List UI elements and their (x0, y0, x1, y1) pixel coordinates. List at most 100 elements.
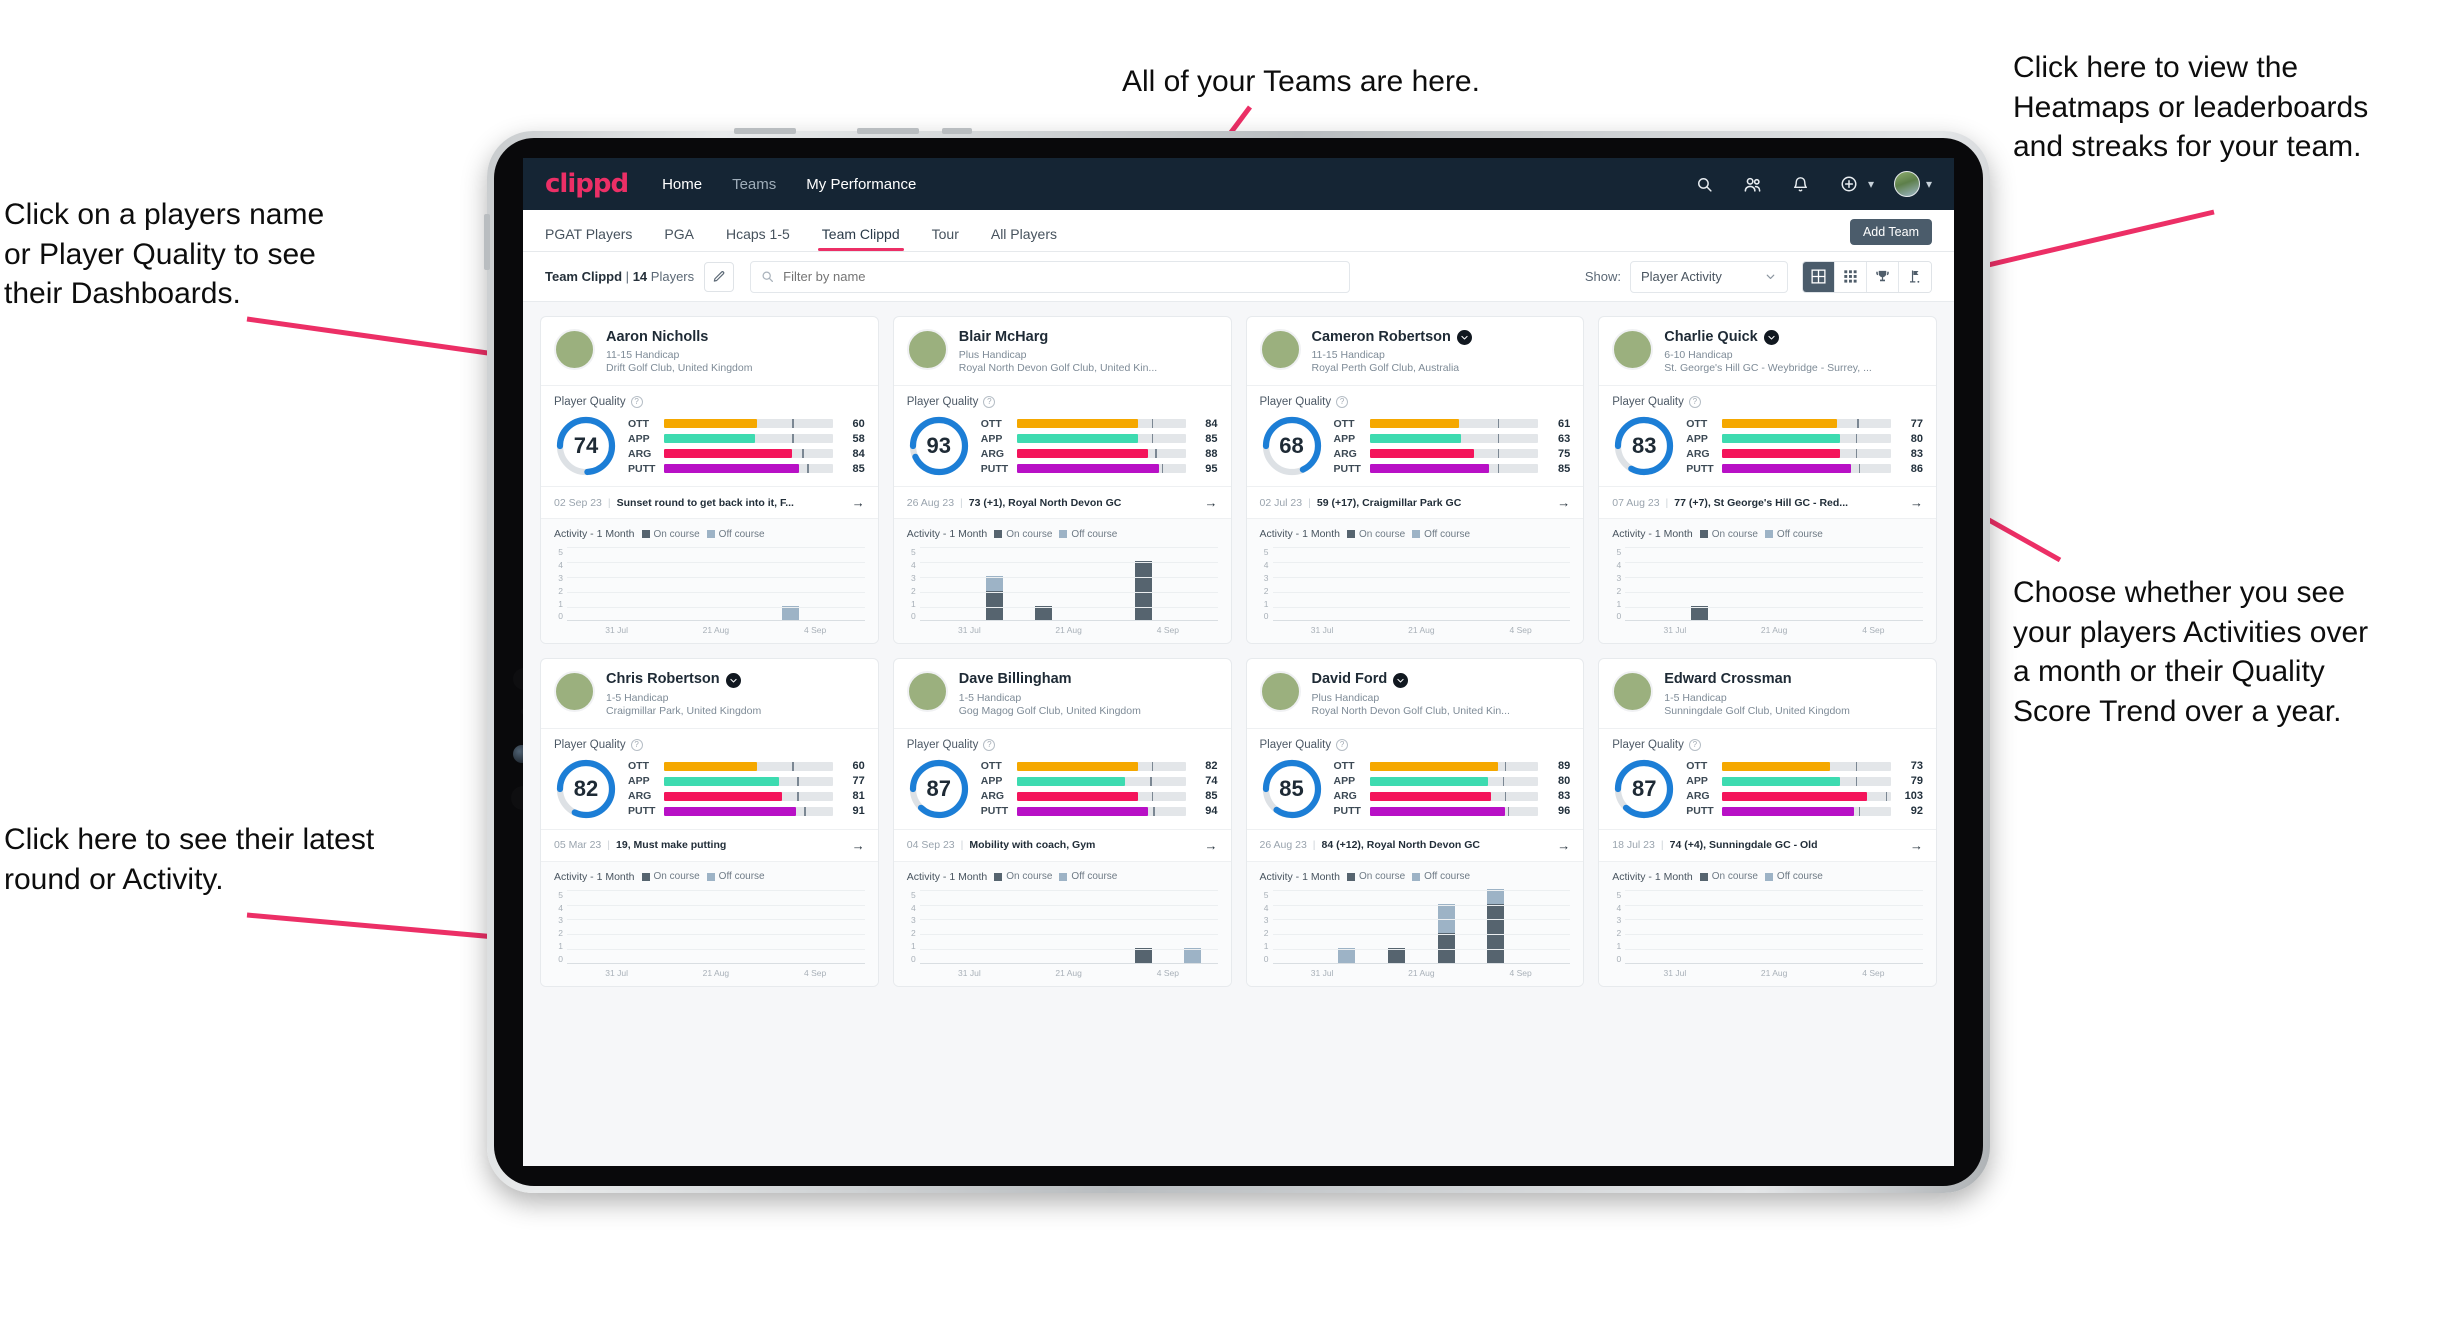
help-icon[interactable]: ? (983, 396, 996, 409)
bar-segment-off-course (1184, 947, 1202, 963)
player-name-row[interactable]: Dave Billingham (959, 671, 1218, 688)
player-card-8[interactable]: Edward Crossman 1-5 Handicap Sunningdale… (1598, 658, 1937, 987)
player-name-row[interactable]: Edward Crossman (1664, 671, 1923, 688)
player-card-header[interactable]: Edward Crossman 1-5 Handicap Sunningdale… (1599, 659, 1936, 729)
player-quality-section[interactable]: Player Quality ? 82 OTT 60 APP 77 ARG 81 PUTT 9… (541, 729, 878, 830)
player-name-row[interactable]: Chris Robertson (606, 671, 865, 688)
tab-tour[interactable]: Tour (932, 226, 959, 251)
search-icon[interactable] (1690, 169, 1720, 199)
player-card-header[interactable]: Aaron Nicholls 11-15 Handicap Drift Golf… (541, 317, 878, 387)
player-card-6[interactable]: Dave Billingham 1-5 Handicap Gog Magog G… (892, 658, 1232, 987)
dense-grid-view-icon[interactable] (1835, 261, 1867, 292)
player-name-row[interactable]: Charlie Quick (1664, 329, 1923, 346)
nav-teams[interactable]: Teams (732, 176, 776, 193)
latest-round-row[interactable]: 07 Aug 23 | 77 (+7), St George's Hill GC… (1599, 487, 1936, 520)
latest-round-row[interactable]: 05 Mar 23 | 19, Must make putting → (541, 830, 878, 862)
arrow-right-icon[interactable]: → (846, 838, 865, 853)
quality-metrics-list: OTT 60 APP 77 ARG 81 PUTT 91 (628, 760, 865, 817)
clippd-logo[interactable]: clippd (545, 169, 629, 199)
help-icon[interactable]: ? (1688, 738, 1701, 751)
player-card-header[interactable]: Dave Billingham 1-5 Handicap Gog Magog G… (893, 659, 1231, 729)
pencil-icon[interactable] (704, 261, 735, 292)
player-card-header[interactable]: David Ford Plus Handicap Royal North Dev… (1246, 659, 1584, 729)
trophy-leaderboard-view-icon[interactable] (1867, 261, 1899, 292)
arrow-right-icon[interactable]: → (1551, 495, 1570, 510)
latest-round-row[interactable]: 26 Aug 23 | 73 (+1), Royal North Devon G… (893, 487, 1231, 520)
quality-metrics-list: OTT 73 APP 79 ARG 103 PUTT 92 (1686, 760, 1923, 817)
nav-home[interactable]: Home (662, 176, 702, 193)
player-name-row[interactable]: David Ford (1312, 671, 1571, 688)
player-name-row[interactable]: Aaron Nicholls (606, 329, 865, 346)
player-quality-section[interactable]: Player Quality ? 68 OTT 61 APP 63 ARG 75 PUTT 8… (1246, 386, 1584, 488)
tab-all-players[interactable]: All Players (991, 226, 1057, 251)
grid-view-icon[interactable] (1803, 261, 1835, 292)
latest-round-row[interactable]: 18 Jul 23 | 74 (+4), Sunningdale GC - Ol… (1599, 830, 1936, 862)
player-card-header[interactable]: Charlie Quick 6-10 Handicap St. George's… (1599, 317, 1936, 387)
arrow-right-icon[interactable]: → (1904, 495, 1923, 510)
round-description: 77 (+7), St George's Hill GC - Red... (1674, 496, 1849, 509)
latest-round-row[interactable]: 26 Aug 23 | 84 (+12), Royal North Devon … (1246, 830, 1584, 862)
activity-bar-slot (766, 890, 816, 963)
nav-my-performance[interactable]: My Performance (806, 176, 916, 193)
gridline (919, 606, 1218, 608)
metric-track (1016, 761, 1186, 771)
people-icon[interactable] (1738, 169, 1768, 199)
tab-hcaps-1-5[interactable]: Hcaps 1-5 (726, 226, 790, 251)
arrow-right-icon[interactable]: → (846, 495, 865, 510)
golf-flag-heatmap-view-icon[interactable] (1899, 261, 1931, 292)
help-icon[interactable]: ? (983, 738, 996, 751)
tablet-power-button[interactable] (484, 214, 490, 270)
help-icon[interactable]: ? (1688, 396, 1701, 409)
player-card-5[interactable]: Chris Robertson 1-5 Handicap Craigmillar… (540, 658, 879, 987)
search-field-wrapper[interactable] (750, 260, 1351, 293)
latest-round-row[interactable]: 02 Sep 23 | Sunset round to get back int… (541, 487, 878, 520)
help-icon[interactable]: ? (1336, 738, 1349, 751)
arrow-right-icon[interactable]: → (1199, 838, 1218, 853)
player-quality-section[interactable]: Player Quality ? 93 OTT 84 APP 85 ARG 88 PUTT 9… (893, 386, 1231, 488)
player-card-1[interactable]: Aaron Nicholls 11-15 Handicap Drift Golf… (540, 316, 879, 645)
arrow-right-icon[interactable]: → (1199, 495, 1218, 510)
player-quality-label: Player Quality (1612, 738, 1684, 751)
player-card-4[interactable]: Charlie Quick 6-10 Handicap St. George's… (1598, 316, 1937, 645)
x-tick: 4 Sep (1156, 625, 1179, 636)
player-name-row[interactable]: Cameron Robertson (1312, 329, 1571, 346)
player-name-row[interactable]: Blair McHarg (959, 329, 1218, 346)
arrow-right-icon[interactable]: → (1551, 838, 1570, 853)
player-quality-section[interactable]: Player Quality ? 74 OTT 60 APP 58 ARG 84 PUTT 8… (541, 386, 878, 488)
player-quality-section[interactable]: Player Quality ? 87 OTT 82 APP 74 ARG 85 PUTT 9… (893, 729, 1231, 830)
tab-pgat-players[interactable]: PGAT Players (545, 226, 632, 251)
player-quality-section[interactable]: Player Quality ? 83 OTT 77 APP 80 ARG 83 PUTT 8… (1599, 386, 1936, 488)
gridline (1625, 591, 1923, 593)
arrow-right-icon[interactable]: → (1904, 838, 1923, 853)
activity-x-axis: 31 Jul 21 Aug 4 Sep (1260, 968, 1571, 978)
avatar-chevron-down-icon[interactable]: ▾ (1926, 177, 1932, 191)
player-quality-body: 82 OTT 60 APP 77 ARG 81 PUTT 91 (554, 757, 865, 821)
player-card-3[interactable]: Cameron Robertson 11-15 Handicap Royal P… (1245, 316, 1585, 645)
help-icon[interactable]: ? (1336, 396, 1349, 409)
player-quality-section[interactable]: Player Quality ? 87 OTT 73 APP 79 ARG 103 PUTT… (1599, 729, 1936, 830)
player-card-header[interactable]: Chris Robertson 1-5 Handicap Craigmillar… (541, 659, 878, 729)
search-input[interactable] (783, 269, 1340, 284)
player-card-header[interactable]: Cameron Robertson 11-15 Handicap Royal P… (1246, 317, 1584, 387)
help-icon[interactable]: ? (630, 396, 643, 409)
activity-plot (919, 889, 1218, 964)
x-tick: 21 Aug (1408, 967, 1435, 978)
player-card-7[interactable]: David Ford Plus Handicap Royal North Dev… (1245, 658, 1585, 987)
player-quality-section[interactable]: Player Quality ? 85 OTT 89 APP 80 ARG 83 PUTT 9… (1246, 729, 1584, 830)
latest-round-row[interactable]: 04 Sep 23 | Mobility with coach, Gym → (893, 830, 1231, 862)
player-card-2[interactable]: Blair McHarg Plus Handicap Royal North D… (892, 316, 1232, 645)
bell-icon[interactable] (1786, 169, 1816, 199)
tab-pga[interactable]: PGA (664, 226, 694, 251)
plus-circle-icon[interactable] (1834, 169, 1864, 199)
player-card-header[interactable]: Blair McHarg Plus Handicap Royal North D… (893, 317, 1231, 387)
show-select[interactable]: Player Activity (1630, 260, 1788, 293)
tab-team-clippd[interactable]: Team Clippd (817, 226, 904, 251)
latest-round-row[interactable]: 02 Jul 23 | 59 (+17), Craigmillar Park G… (1246, 487, 1584, 520)
help-icon[interactable]: ? (630, 738, 643, 751)
metric-benchmark-tick (1153, 806, 1155, 816)
y-tick: 4 (1616, 902, 1622, 913)
add-team-button[interactable]: Add Team (1849, 219, 1932, 245)
plus-chevron-down-icon[interactable]: ▾ (1868, 177, 1874, 191)
avatar[interactable] (1892, 169, 1922, 199)
y-tick: 4 (558, 560, 563, 571)
